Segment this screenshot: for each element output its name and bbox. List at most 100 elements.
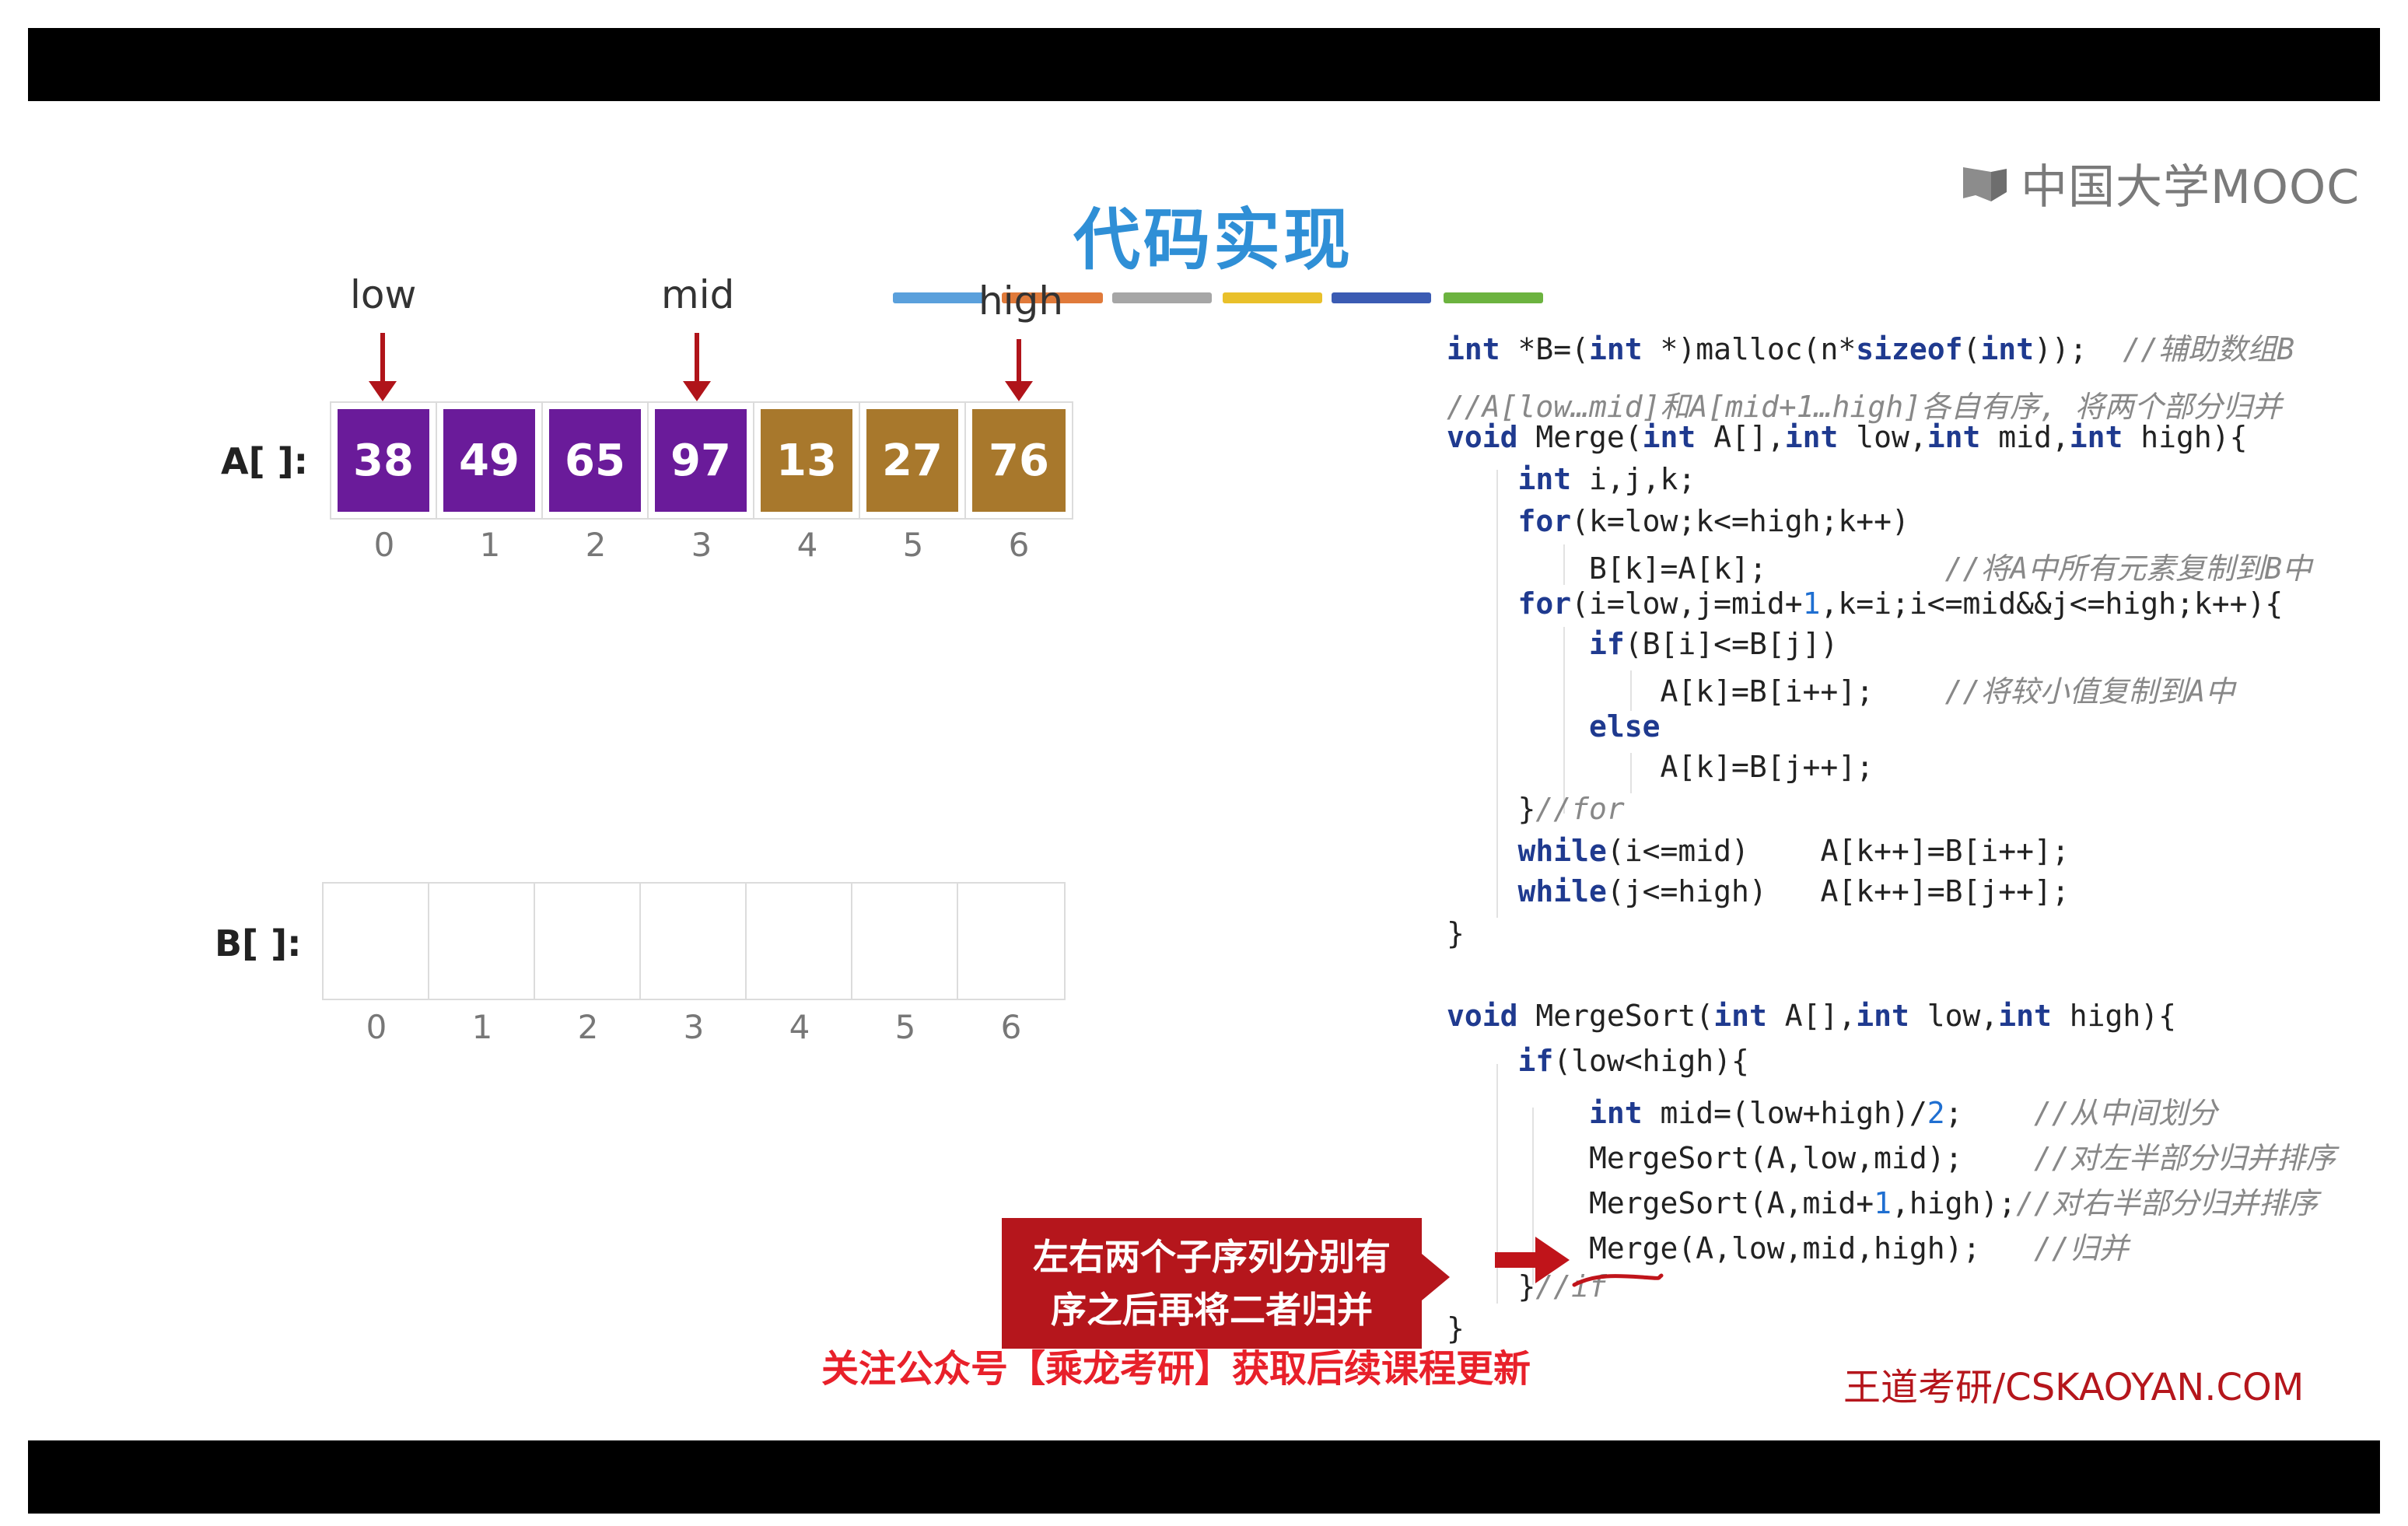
code-token: (low<high){ [1553,1044,1749,1078]
cell-value: 13 [761,409,852,512]
letterbox-top [28,28,2380,101]
callout-box: 左右两个子序列分别有 序之后再将二者归并 [1002,1218,1422,1349]
code-line: void MergeSort(int A[],int low,int high)… [1447,999,2176,1033]
code-keyword: int [1856,999,1909,1033]
code-line: for(i=low,j=mid+1,k=i;i<=mid&&j<=high;k+… [1447,586,2284,621]
index-label: 3 [691,526,712,564]
index-label: 1 [471,1008,493,1046]
letterbox-bottom [28,1440,2380,1514]
code-line: A[k]=B[i++]; //将较小值复制到A中 [1447,667,2235,710]
array-a-cell: 38 [331,403,437,518]
code-keyword: sizeof [1856,332,1963,366]
code-token: high){ [2051,999,2177,1033]
code-keyword: while [1517,834,1607,868]
index-label: 4 [796,526,818,564]
code-keyword: if [1517,1044,1554,1078]
code-keyword: int [1998,999,2052,1033]
code-line: while(i<=mid) A[k++]=B[i++]; [1447,834,2070,868]
code-comment: //从中间划分 [2034,1096,2217,1130]
promo-banner: 关注公众号【乘龙考研】获取后续课程更新 [821,1347,1531,1391]
color-strip-segment [1332,292,1431,303]
index-label: 1 [479,526,501,564]
code-line: int i,j,k; [1447,462,1696,496]
code-keyword: if [1589,627,1625,661]
code-token: 1 [1874,1186,1892,1220]
pointer-low-label: low [350,272,417,317]
code-keyword: int [1713,999,1767,1033]
mooc-logo: 中国大学MOOC [1960,156,2360,215]
index-label: 0 [366,1008,387,1046]
code-token: (i<=mid) A[k++]=B[i++]; [1606,834,2070,868]
code-token: *B=( [1500,332,1590,366]
code-comment: //将较小值复制到A中 [1944,674,2235,709]
index-label: 6 [1000,1008,1022,1046]
code-keyword: while [1517,874,1607,908]
code-keyword: int [1589,332,1643,366]
code-line: MergeSort(A,mid+1,high);//对右半部分归并排序 [1447,1179,2318,1222]
array-b-cell [641,884,747,999]
slide-title: 代码实现 [1073,201,1353,279]
array-b-label: B[ ]: [215,922,302,964]
code-line: }//for [1447,792,1625,826]
array-a-cell: 27 [860,403,966,518]
code-token: *)malloc(n* [1642,332,1857,366]
index-label: 2 [577,1008,599,1046]
code-line: else [1447,709,1661,744]
code-token: A[k]=B[j++]; [1447,750,1874,784]
array-b-cell [324,884,429,999]
code-comment: //A[low…mid]和A[mid+1…high]各自有序, 将两个部分归并 [1447,390,2282,424]
callout-line-1: 左右两个子序列分别有 [1033,1236,1391,1278]
code-token: } [1447,792,1536,826]
index-label: 5 [902,526,924,564]
cell-value: 76 [972,409,1066,512]
code-keyword: void [1447,420,1518,454]
code-keyword: for [1517,586,1572,621]
code-comment: //归并 [2033,1231,2129,1265]
code-line: A[k]=B[j++]; [1447,750,1874,784]
code-comment: //辅助数组B [2123,332,2295,366]
code-token: MergeSort(A,mid+ [1447,1186,1874,1220]
code-token: low, [1909,999,1999,1033]
code-line: B[k]=A[k]; //将A中所有元素复制到B中 [1447,544,2312,587]
code-token: (i=low,j=mid+ [1571,586,1803,621]
code-token: ,k=i;i<=mid&&j<=high;k++){ [1820,586,2284,621]
index-label: 4 [789,1008,810,1046]
array-b-cell [852,884,958,999]
code-token: A[k]=B[i++]; [1447,674,1945,709]
array-a-cell: 65 [543,403,649,518]
callout-tip [1422,1254,1450,1300]
code-token: )); [2034,332,2123,366]
code-token: (k=low;k<=high;k++) [1571,504,1909,538]
code-token: Merge( [1517,420,1643,454]
code-keyword: for [1517,504,1572,538]
array-b-indices: 0 1 2 3 4 5 6 [324,1008,1064,1046]
code-line: while(j<=high) A[k++]=B[j++]; [1447,874,2070,908]
color-strip-segment [1223,292,1322,303]
code-keyword: int [1447,332,1500,366]
index-label: 2 [585,526,607,564]
code-line: for(k=low;k<=high;k++) [1447,504,1909,538]
cell-value: 38 [338,409,429,512]
array-a-cell: 13 [754,403,860,518]
code-keyword: int [1927,420,1981,454]
code-token: mid, [1980,420,2070,454]
code-keyword: int [1517,462,1572,496]
cell-value: 49 [443,409,535,512]
cell-value: 97 [655,409,747,512]
code-token: MergeSort(A,low,mid); [1447,1141,2034,1175]
code-line: //A[low…mid]和A[mid+1…high]各自有序, 将两个部分归并 [1447,383,2282,425]
array-b-cell [535,884,641,999]
code-comment: //对左半部分归并排序 [2033,1141,2336,1175]
mooc-logo-text: 中国大学MOOC [2021,159,2361,215]
code-token: 1 [1802,586,1821,621]
code-keyword: int [1784,420,1839,454]
merge-underline-mark [1572,1273,1664,1287]
index-label: 0 [373,526,395,564]
array-a: 38 49 65 97 13 27 76 [330,401,1073,520]
array-b-cell [958,884,1064,999]
index-label: 6 [1008,526,1030,564]
